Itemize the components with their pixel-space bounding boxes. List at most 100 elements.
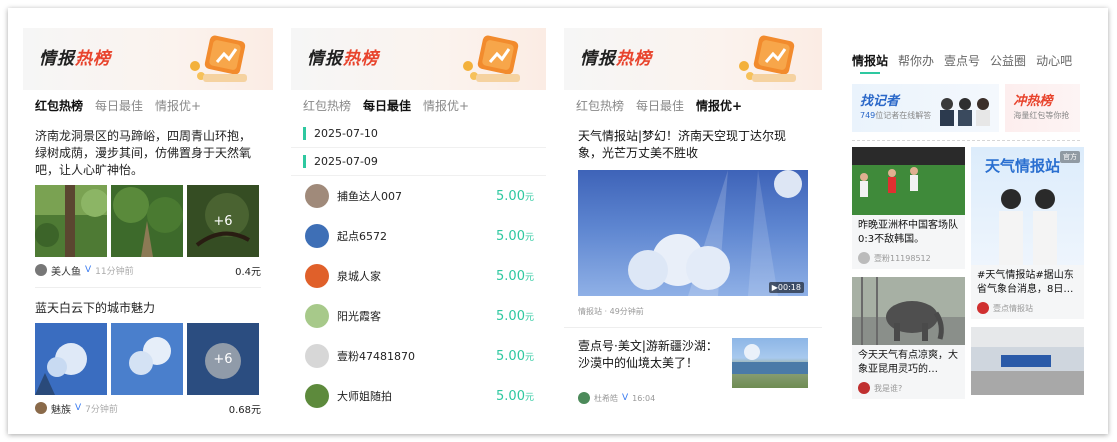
blue-sky-photo[interactable]	[35, 323, 107, 395]
weather-station-cover[interactable]: 天气情报站 官方	[971, 147, 1084, 265]
list-item[interactable]: 泉城人家 5.00元	[291, 256, 546, 296]
avatar[interactable]	[858, 252, 870, 264]
banner-title: 情报热榜	[39, 49, 111, 69]
date-header[interactable]: 2025-07-09	[291, 148, 546, 176]
more-photos-tile[interactable]: +6	[187, 185, 259, 257]
official-badge: 官方	[1060, 151, 1080, 163]
list-item[interactable]: 大师姐随拍 5.00元	[291, 376, 546, 416]
post-meta: 美人鱼 V 11分钟前 0.4元	[35, 257, 261, 283]
author-name[interactable]: 壹点情报站	[993, 303, 1033, 314]
hot-list-tabs: 红包热榜 每日最佳 情报优+	[291, 90, 546, 120]
date-header[interactable]: 2025-07-10	[291, 120, 546, 148]
avatar[interactable]	[305, 344, 329, 368]
list-item[interactable]: 蓝天白云下的城市魅力 +6 魅族 V 7分钟前 0.68元	[23, 292, 273, 418]
user-name: 壹粉47481870	[337, 350, 415, 363]
blue-sky-photo[interactable]	[111, 323, 183, 395]
avatar[interactable]	[858, 382, 870, 394]
lake-photo[interactable]	[732, 338, 808, 388]
tab-yidian-account[interactable]: 壹点号	[944, 52, 980, 69]
avatar[interactable]	[977, 302, 989, 314]
hot-rank-card[interactable]: 冲热榜 海量红包等你抢	[1005, 84, 1080, 132]
find-reporter-card[interactable]: 找记者 749位记者在线解答	[852, 84, 1000, 132]
list-item[interactable]: 起点6572 5.00元	[291, 216, 546, 256]
reward-amount: 0.4元	[235, 266, 261, 278]
card-meta: 壹粉11198512	[852, 247, 965, 269]
list-item[interactable]: 济南龙洞景区的马蹄峪，四周青山环抱，绿树成荫，漫步其间，仿佛置身于天然氧吧，让人…	[23, 120, 273, 283]
feed-card[interactable]	[971, 327, 1084, 395]
tab-help[interactable]: 帮你办	[898, 52, 934, 69]
avatar[interactable]	[305, 224, 329, 248]
banner-title: 情报热榜	[580, 49, 652, 69]
more-photos-tile[interactable]: +6	[187, 323, 259, 395]
tab-intel-station[interactable]: 情报站	[852, 52, 888, 74]
tab-daily-best[interactable]: 每日最佳	[636, 97, 684, 114]
tab-red-envelope-hot[interactable]: 红包热榜	[303, 97, 351, 114]
tab-red-envelope-hot[interactable]: 红包热榜	[576, 97, 624, 114]
tab-heart-bar[interactable]: 动心吧	[1036, 52, 1072, 69]
hot-list-banner: 情报热榜	[564, 28, 822, 90]
author-name[interactable]: 我是谁?	[874, 383, 902, 394]
post-time: 16:04	[632, 393, 656, 403]
promo-title: 冲热榜	[1013, 94, 1053, 109]
post-text: 蓝天白云下的城市魅力	[35, 301, 156, 315]
promo-subtitle: 749位记者在线解答	[860, 111, 932, 120]
list-item[interactable]: 壹点号·美文|游新疆沙湖：沙漠中的仙境太美了！	[564, 328, 822, 388]
user-name: 大师姐随拍	[337, 390, 392, 403]
sky-video-thumbnail	[628, 170, 802, 296]
reward-amount: 5.00元	[496, 228, 534, 244]
avatar[interactable]	[35, 402, 47, 414]
tab-daily-best[interactable]: 每日最佳	[95, 97, 143, 114]
tab-daily-best[interactable]: 每日最佳	[363, 97, 412, 115]
avatar[interactable]	[305, 264, 329, 288]
tab-intel-plus[interactable]: 情报优+	[696, 97, 743, 115]
feed-card[interactable]: 昨晚亚洲杯中国客场队 0:3不敌韩国。 壹粉11198512	[852, 147, 965, 269]
author-name[interactable]: 杜希皓	[594, 393, 618, 404]
verified-icon: V	[85, 265, 92, 275]
tab-intel-plus[interactable]: 情报优+	[155, 97, 201, 114]
trophy-graphic-icon	[463, 35, 520, 82]
avatar[interactable]	[578, 392, 590, 404]
promo-subtitle: 海量红包等你抢	[1013, 111, 1070, 120]
promo-title: 找记者	[860, 94, 900, 109]
video-player[interactable]: ▶00:18	[578, 170, 808, 296]
forest-path-photo[interactable]	[111, 185, 183, 257]
list-item[interactable]: 捕鱼达人007 5.00元	[291, 176, 546, 216]
more-count: +6	[187, 323, 259, 395]
date-label: 2025-07-09	[314, 155, 378, 168]
feed-card[interactable]: 今天天气有点凉爽，大象亚昆用灵巧的… 我是谁?	[852, 277, 965, 399]
author-name[interactable]: 美人鱼	[51, 263, 81, 278]
image-row: +6	[35, 323, 261, 395]
card-meta: 壹点情报站	[971, 297, 1084, 319]
elephant-photo[interactable]	[852, 277, 965, 345]
news-meta: 杜希皓 V 16:04	[564, 388, 822, 408]
soccer-photo[interactable]	[852, 147, 965, 215]
list-item[interactable]: 阳光霞客 5.00元	[291, 296, 546, 336]
card-meta: 我是谁?	[852, 377, 965, 399]
tab-intel-plus[interactable]: 情报优+	[423, 97, 469, 114]
video-title[interactable]: 天气情报站|梦幻！济南天空现丁达尔现象，光芒万丈美不胜收	[564, 120, 822, 162]
user-name: 阳光霞客	[337, 310, 381, 323]
author-name[interactable]: 壹粉11198512	[874, 253, 931, 264]
feed-column-left: 昨晚亚洲杯中国客场队 0:3不敌韩国。 壹粉11198512 今天天气有点凉爽，…	[852, 147, 965, 407]
hot-list-panel-intel-plus: 情报热榜 红包热榜 每日最佳 情报优+ 天气情报站|梦幻！济南天空现丁达尔现象，…	[564, 28, 822, 418]
tab-charity[interactable]: 公益圈	[990, 52, 1026, 69]
event-photo[interactable]	[971, 327, 1084, 395]
forest-photo[interactable]	[35, 185, 107, 257]
avatar[interactable]	[305, 184, 329, 208]
divider	[35, 287, 261, 288]
app-frame: 情报热榜 红包热榜 每日最佳 情报优+ 济南龙洞景区的马蹄峪，四周青山环抱，绿树…	[8, 8, 1108, 434]
trophy-graphic-icon	[190, 35, 247, 82]
author-name[interactable]: 魅族	[51, 401, 71, 416]
reporters-avatars	[940, 98, 991, 126]
post-time: 7分钟前	[85, 404, 118, 415]
feed-card[interactable]: 天气情报站 官方 #天气情报站#据山东省气象台消息，8日… 壹点情报站	[971, 147, 1084, 319]
post-time: 11分钟前	[95, 266, 134, 277]
image-row: +6	[35, 185, 261, 257]
list-item[interactable]: 壹粉47481870 5.00元	[291, 336, 546, 376]
avatar[interactable]	[305, 384, 329, 408]
avatar[interactable]	[305, 304, 329, 328]
user-name: 起点6572	[337, 230, 387, 243]
avatar[interactable]	[35, 264, 47, 276]
post-text: 济南龙洞景区的马蹄峪，四周青山环抱，绿树成荫，漫步其间，仿佛置身于天然氧吧，让人…	[35, 129, 252, 177]
tab-red-envelope-hot[interactable]: 红包热榜	[35, 97, 84, 115]
